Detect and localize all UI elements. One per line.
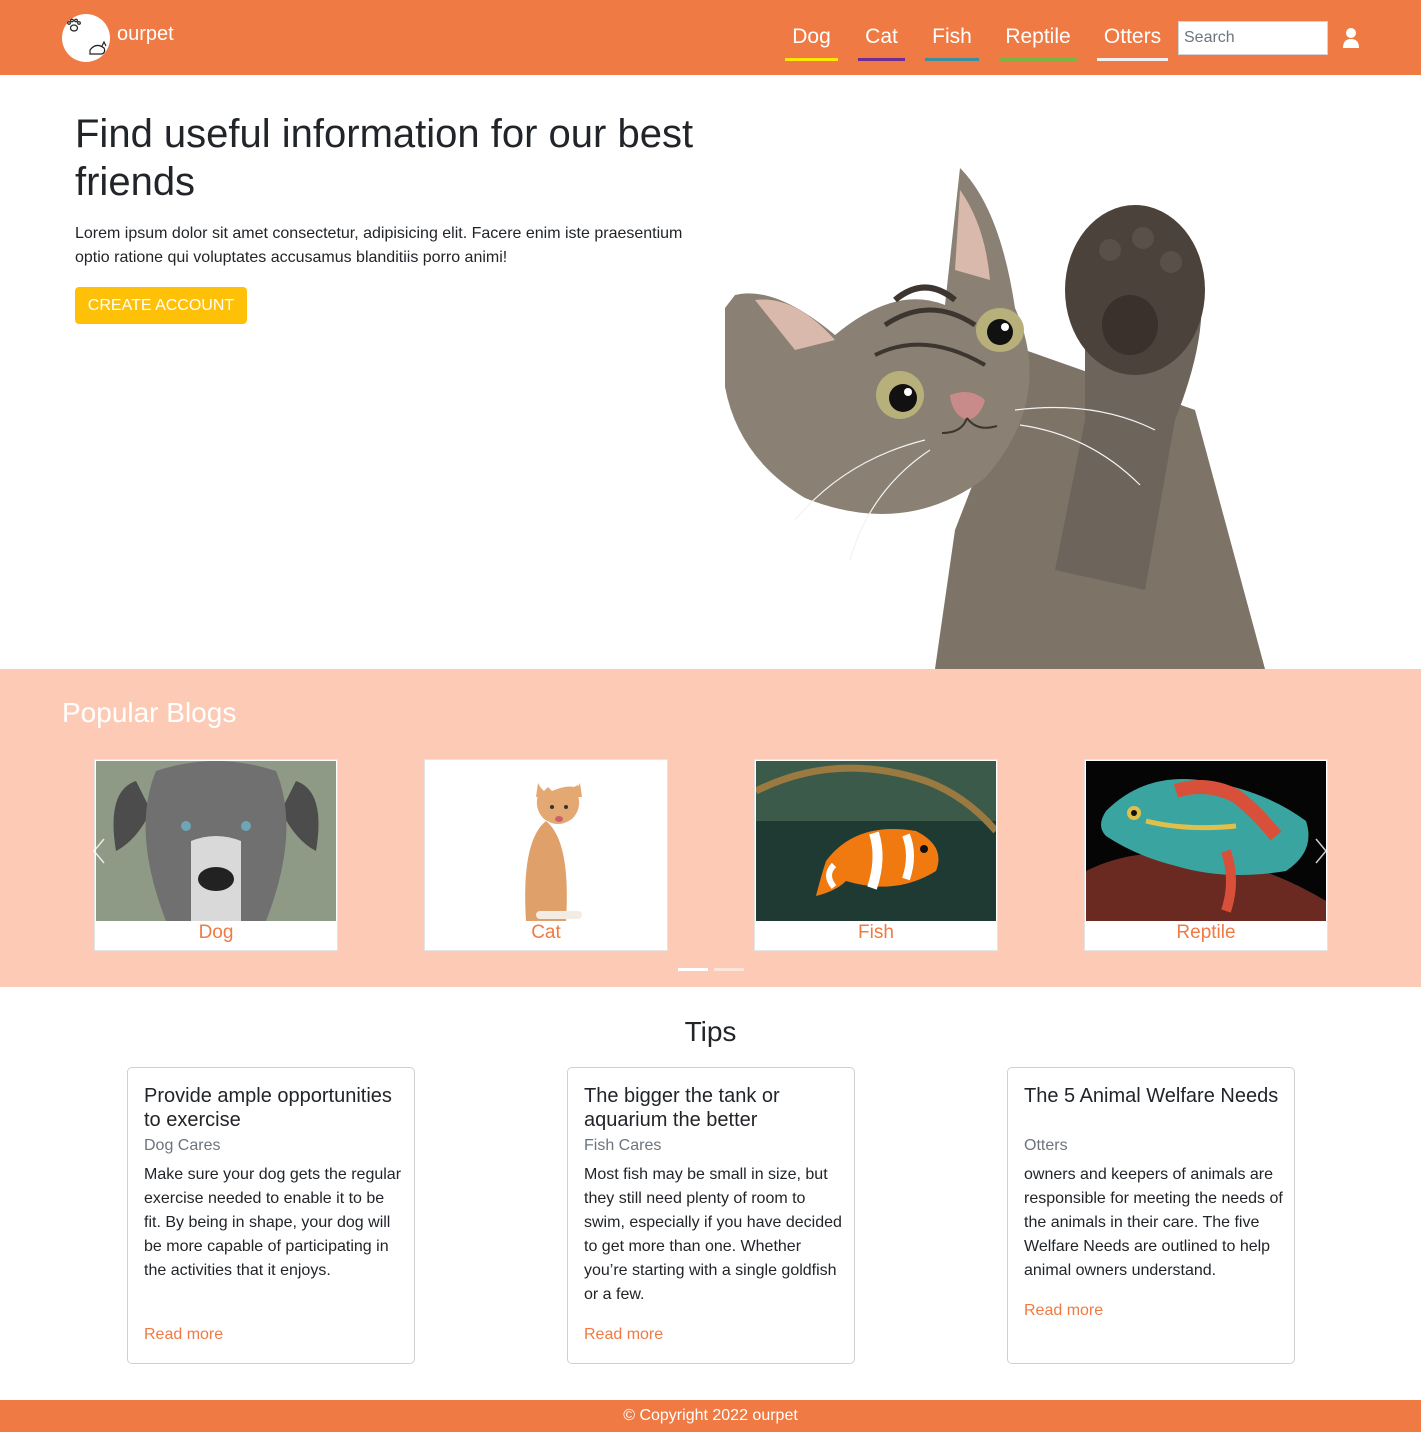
hero-title: Find useful information for our best fri… bbox=[75, 112, 694, 204]
reptile-image bbox=[1086, 761, 1326, 921]
create-account-button[interactable]: CREATE ACCOUNT bbox=[75, 287, 247, 324]
tip-subtitle: Dog Cares bbox=[144, 1137, 221, 1154]
copyright-text: © Copyright 2022 ourpet bbox=[623, 1407, 798, 1424]
nav-cat[interactable]: Cat bbox=[858, 25, 905, 61]
tips-title: Tips bbox=[684, 1016, 737, 1047]
search-input[interactable] bbox=[1178, 21, 1328, 55]
tip-text: Make sure your dog gets the regular exer… bbox=[144, 1166, 402, 1279]
carousel-indicator-active[interactable] bbox=[678, 968, 708, 971]
nav-underline bbox=[785, 58, 838, 61]
nav-otters[interactable]: Otters bbox=[1097, 25, 1168, 61]
blog-card-dog[interactable]: Dog bbox=[94, 759, 338, 951]
hero-cat-image bbox=[725, 168, 1265, 669]
blog-label: Dog bbox=[198, 922, 234, 943]
blog-label: Reptile bbox=[1176, 922, 1236, 943]
nav-underline bbox=[858, 58, 905, 61]
nav-underline bbox=[1097, 58, 1168, 61]
brand-name[interactable]: ourpet bbox=[117, 23, 174, 46]
tip-card: The 5 Animal Welfare Needs Otters owners… bbox=[1007, 1067, 1295, 1364]
blog-card-reptile[interactable]: Reptile bbox=[1084, 759, 1328, 951]
tip-card: The bigger the tank or aquarium the bett… bbox=[567, 1067, 855, 1364]
blog-label: Fish bbox=[858, 922, 894, 943]
dog-image bbox=[96, 761, 336, 921]
tip-card: Provide ample opportunities to exercise … bbox=[127, 1067, 415, 1364]
tip-text: owners and keepers of animals are respon… bbox=[1024, 1166, 1283, 1279]
carousel-next-icon[interactable] bbox=[1314, 837, 1328, 865]
blog-card-fish[interactable]: Fish bbox=[754, 759, 998, 951]
nav-label: Cat bbox=[865, 25, 898, 48]
nav-fish[interactable]: Fish bbox=[925, 25, 979, 61]
blog-label: Cat bbox=[531, 922, 561, 943]
nav-underline bbox=[999, 58, 1077, 61]
blog-card-cat[interactable]: Cat bbox=[424, 759, 668, 951]
nav-dog[interactable]: Dog bbox=[785, 25, 838, 61]
hero-text: Lorem ipsum dolor sit amet consectetur, … bbox=[75, 225, 683, 266]
cat-image bbox=[426, 761, 666, 921]
tip-text: Most fish may be small in size, but they… bbox=[584, 1166, 842, 1303]
carousel-prev-icon[interactable] bbox=[92, 837, 106, 865]
site-footer: © Copyright 2022 ourpet bbox=[0, 1400, 1421, 1432]
nav-underline bbox=[925, 58, 979, 61]
logo-icon[interactable] bbox=[62, 14, 110, 62]
nav-label: Fish bbox=[932, 25, 972, 48]
tip-subtitle: Fish Cares bbox=[584, 1137, 662, 1154]
read-more-link[interactable]: Read more bbox=[144, 1326, 223, 1344]
read-more-link[interactable]: Read more bbox=[1024, 1302, 1103, 1320]
tip-subtitle: Otters bbox=[1024, 1137, 1068, 1154]
nav-label: Otters bbox=[1103, 25, 1162, 48]
popular-blogs-section: Popular Blogs Dog Cat Fish Reptile bbox=[0, 669, 1421, 987]
nav-label: Dog bbox=[792, 25, 831, 48]
fish-image bbox=[756, 761, 996, 921]
user-icon[interactable] bbox=[1342, 27, 1360, 49]
site-header: ourpet Dog Cat Fish Reptile Otters bbox=[0, 0, 1421, 75]
tip-title: The bigger the tank or aquarium the bett… bbox=[584, 1085, 780, 1131]
nav-label: Reptile bbox=[1005, 25, 1071, 48]
blogs-title: Popular Blogs bbox=[62, 697, 237, 728]
read-more-link[interactable]: Read more bbox=[584, 1326, 663, 1344]
carousel-indicator[interactable] bbox=[714, 968, 744, 971]
tip-title: Provide ample opportunities to exercise bbox=[144, 1085, 392, 1131]
tip-title: The 5 Animal Welfare Needs bbox=[1024, 1085, 1279, 1107]
nav-reptile[interactable]: Reptile bbox=[999, 25, 1077, 61]
